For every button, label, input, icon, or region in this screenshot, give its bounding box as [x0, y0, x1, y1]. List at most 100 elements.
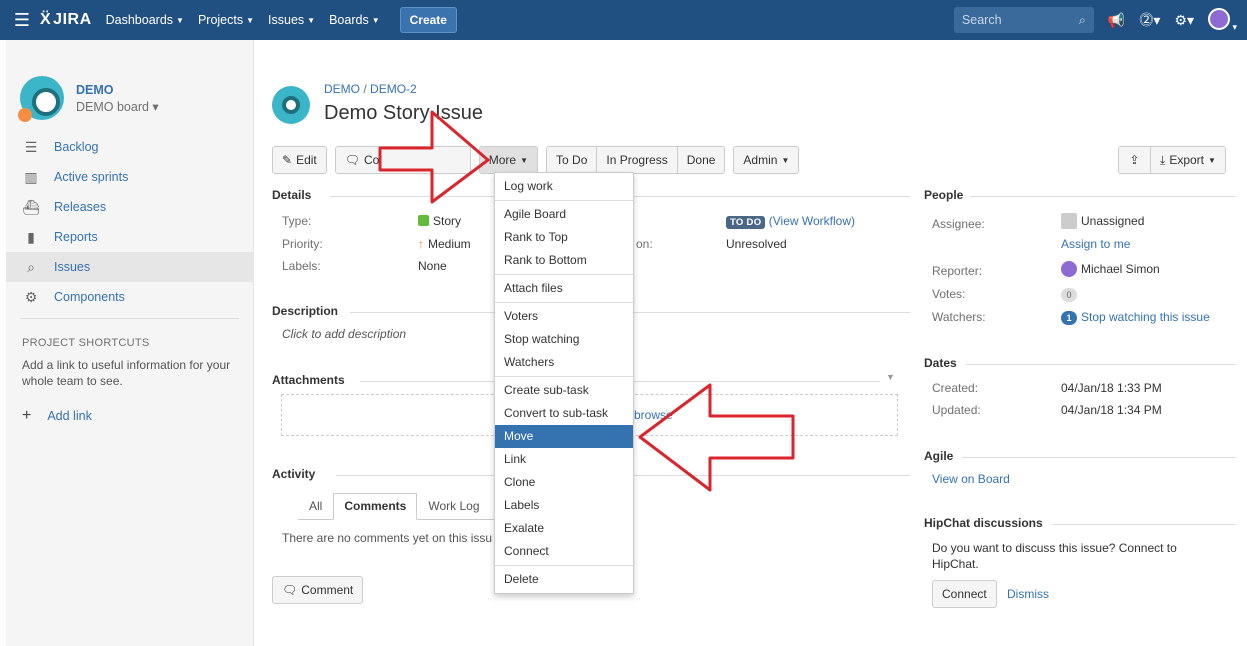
menu-item-labels[interactable]: Labels	[495, 494, 633, 517]
edit-button[interactable]: ✎ Edit	[272, 146, 327, 174]
resolution-label: on:	[636, 237, 653, 251]
nav-projects[interactable]: Projects ▼	[198, 13, 254, 27]
issue-header: DEMO / DEMO-2 Demo Story Issue	[272, 82, 483, 125]
assign-to-me-link[interactable]: Assign to me	[1061, 237, 1130, 251]
chevron-down-icon: ▼	[371, 16, 380, 26]
board-selector[interactable]: DEMO board ▾	[76, 99, 159, 114]
watchers-label: Watchers:	[932, 310, 986, 324]
help-icon[interactable]: ⓶▾	[1139, 10, 1160, 30]
menu-separator	[495, 565, 633, 566]
pencil-icon: ✎	[282, 153, 293, 167]
votes-value[interactable]: 0	[1061, 287, 1077, 302]
labels-value[interactable]: None	[418, 259, 447, 273]
ship-icon: ⛴	[22, 198, 40, 215]
watchers-count-badge: 1	[1061, 310, 1077, 325]
menu-item-link[interactable]: Link	[495, 448, 633, 471]
reporter-value[interactable]: Michael Simon	[1061, 261, 1160, 277]
sprint-board-icon: ▥	[24, 168, 38, 185]
sidebar-item-reports[interactable]: ▮ Reports	[6, 222, 253, 252]
menu-icon[interactable]: ☰	[4, 10, 40, 31]
more-dropdown-menu: Log work Agile Board Rank to Top Rank to…	[494, 172, 634, 594]
nav-boards[interactable]: Boards ▼	[329, 13, 380, 27]
top-navigation-bar: ☰ Ẍ JIRA Dashboards ▼ Projects ▼ Issues ▼ Bo…	[0, 0, 1247, 40]
tab-work-log[interactable]: Work Log	[417, 493, 490, 519]
project-header[interactable]: DEMO DEMO board ▾	[6, 40, 253, 122]
in-progress-button[interactable]: In Progress	[596, 146, 677, 174]
menu-item-watchers[interactable]: Watchers	[495, 351, 633, 374]
menu-item-attach-files[interactable]: Attach files	[495, 277, 633, 300]
todo-button[interactable]: To Do	[546, 146, 597, 174]
dates-heading: Dates	[924, 356, 957, 370]
comment-button[interactable]: 🗨 Co	[334, 146, 471, 174]
description-heading: Description	[272, 304, 339, 318]
sidebar-item-issues[interactable]: ⌕ Issues	[6, 252, 253, 282]
user-avatar[interactable]: ▾	[1207, 7, 1237, 33]
nav-dashboards[interactable]: Dashboards ▼	[106, 13, 184, 27]
add-link-button[interactable]: + Add link	[6, 407, 253, 425]
issue-title[interactable]: Demo Story Issue	[324, 102, 483, 125]
tab-comments[interactable]: Comments	[333, 493, 418, 520]
nav-issues[interactable]: Issues ▼	[268, 13, 315, 27]
badge-dot-icon	[18, 108, 32, 122]
breadcrumb-project[interactable]: DEMO	[324, 82, 360, 96]
menu-item-stop-watching[interactable]: Stop watching	[495, 328, 633, 351]
menu-item-rank-to-bottom[interactable]: Rank to Bottom	[495, 249, 633, 272]
add-comment-button[interactable]: 🗨 Comment	[272, 576, 364, 604]
more-button[interactable]: More ▼	[478, 146, 539, 174]
sidebar-item-active-sprints[interactable]: ▥ Active sprints	[6, 162, 253, 192]
priority-value[interactable]: ↑ Medium	[418, 237, 471, 251]
type-value[interactable]: Story	[418, 214, 461, 228]
agile-heading: Agile	[924, 449, 954, 463]
tab-all[interactable]: All	[298, 493, 333, 519]
priority-label: Priority:	[282, 237, 323, 251]
description-field[interactable]: Click to add description	[282, 327, 406, 341]
gear-icon[interactable]: ⚙▾	[1174, 12, 1194, 29]
menu-item-rank-to-top[interactable]: Rank to Top	[495, 226, 633, 249]
resolution-value: Unresolved	[726, 237, 787, 251]
breadcrumb-issue-key[interactable]: DEMO-2	[370, 82, 417, 96]
export-button[interactable]: ⤓ Export ▼	[1150, 146, 1226, 174]
backlog-icon: ☰	[24, 138, 38, 155]
status-badge[interactable]: TO DO	[726, 216, 766, 229]
menu-separator	[495, 274, 633, 275]
stop-watching-link[interactable]: Stop watching this issue	[1081, 310, 1210, 324]
assignee-value[interactable]: Unassigned	[1061, 213, 1144, 229]
menu-separator	[495, 302, 633, 303]
menu-item-move[interactable]: Move	[495, 425, 633, 448]
collapse-icon[interactable]: ▼	[886, 372, 895, 382]
unassigned-avatar-icon	[1061, 213, 1077, 229]
menu-item-connect[interactable]: Connect	[495, 540, 633, 563]
votes-label: Votes:	[932, 287, 966, 301]
chevron-down-icon: ▼	[307, 16, 316, 26]
menu-item-exalate[interactable]: Exalate	[495, 517, 633, 540]
search-input[interactable]: Search ⌕	[953, 7, 1094, 33]
menu-item-log-work[interactable]: Log work	[495, 175, 633, 198]
sidebar-item-backlog[interactable]: ☰ Backlog	[6, 132, 253, 162]
avatar	[1207, 7, 1230, 30]
feedback-icon[interactable]: 📢	[1108, 12, 1125, 29]
menu-separator	[495, 200, 633, 201]
menu-item-clone[interactable]: Clone	[495, 471, 633, 494]
dismiss-link[interactable]: Dismiss	[1007, 587, 1049, 601]
menu-item-create-sub-task[interactable]: Create sub-task	[495, 379, 633, 402]
jira-logo[interactable]: Ẍ JIRA	[40, 11, 92, 29]
menu-item-convert-to-sub-task[interactable]: Convert to sub-task	[495, 402, 633, 425]
menu-item-agile-board[interactable]: Agile Board	[495, 203, 633, 226]
view-workflow-link[interactable]: (View Workflow)	[769, 214, 855, 228]
view-on-board-link[interactable]: View on Board	[932, 472, 1010, 486]
watchers-value[interactable]: 1 Stop watching this issue	[1061, 310, 1210, 325]
menu-item-voters[interactable]: Voters	[495, 305, 633, 328]
done-button[interactable]: Done	[676, 146, 726, 174]
create-button[interactable]: Create	[399, 7, 457, 33]
admin-button[interactable]: Admin ▼	[733, 146, 800, 174]
browse-link[interactable]: browse	[634, 408, 673, 422]
chevron-down-icon: ▼	[781, 155, 790, 165]
project-sidebar: DEMO DEMO board ▾ ☰ Backlog ▥ Active sprin…	[6, 40, 254, 646]
sidebar-item-releases[interactable]: ⛴ Releases	[6, 192, 253, 222]
menu-item-delete[interactable]: Delete	[495, 568, 633, 591]
connect-button[interactable]: Connect	[932, 580, 997, 608]
share-button[interactable]: ⇪	[1118, 146, 1150, 174]
sidebar-item-components[interactable]: ⚙ Components	[6, 282, 253, 312]
project-avatar	[272, 86, 310, 124]
project-name[interactable]: DEMO	[76, 83, 159, 97]
